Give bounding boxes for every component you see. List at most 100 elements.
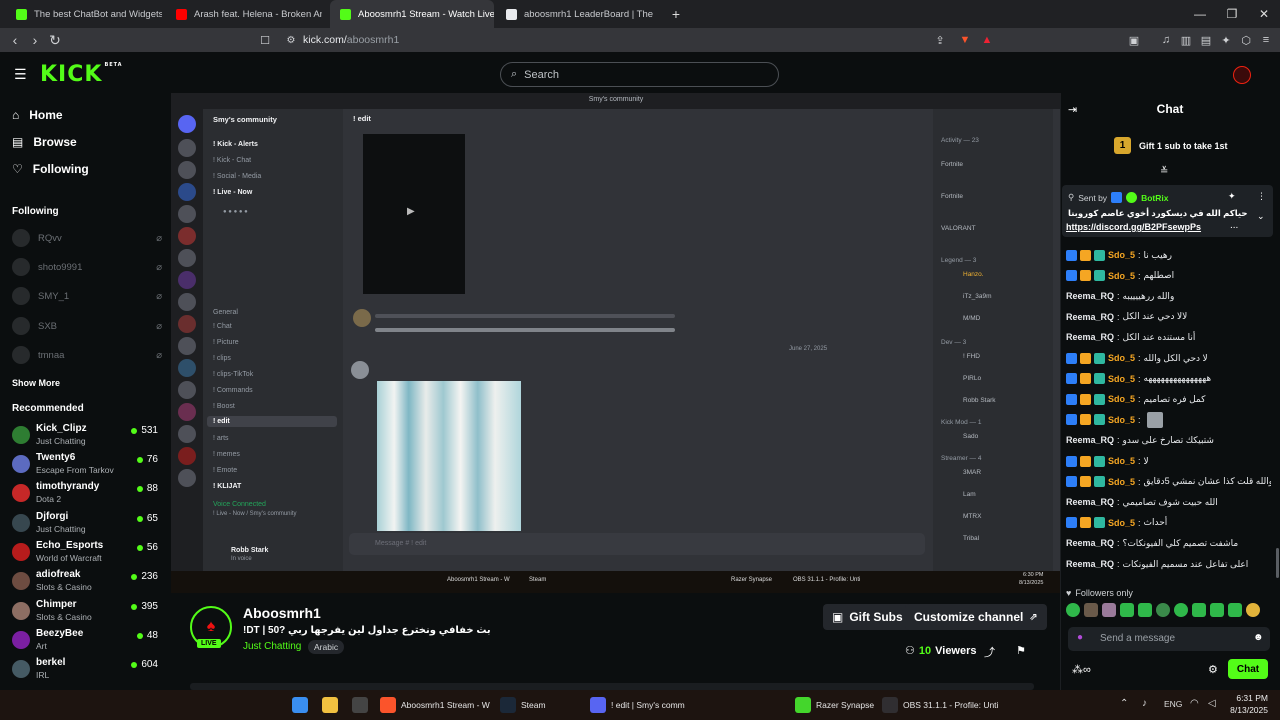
chat-username[interactable]: Sdo_5: [1108, 271, 1135, 281]
screenshot-icon[interactable]: ▣: [1124, 30, 1144, 50]
report-icon[interactable]: ⚑: [1016, 644, 1026, 657]
clock-time[interactable]: 6:31 PM: [1232, 693, 1268, 703]
crown-badge-icon[interactable]: [1080, 517, 1091, 529]
chat-message-input[interactable]: ● Send a message ☻: [1068, 627, 1270, 651]
send-chat-button[interactable]: Chat: [1228, 659, 1268, 679]
hamburger-menu-icon[interactable]: ☰: [14, 66, 27, 83]
following-item[interactable]: RQvv ⌀: [12, 228, 162, 248]
recommended-item[interactable]: berkel IRL 604: [12, 657, 162, 685]
crown-badge-icon[interactable]: [1080, 393, 1091, 405]
recommended-item[interactable]: Chimper Slots & Casino 395: [12, 599, 162, 627]
chat-username[interactable]: Reema_RQ: [1066, 435, 1114, 445]
brave-shield-icon[interactable]: ▼: [955, 30, 975, 50]
gift-leaderboard-banner[interactable]: 1 Gift 1 sub to take 1st: [1114, 137, 1228, 154]
sub-badge-icon[interactable]: [1094, 373, 1105, 385]
crown-badge-icon[interactable]: [1080, 373, 1091, 385]
sub-badge-icon[interactable]: [1094, 249, 1105, 261]
media-icon[interactable]: ♫: [1156, 30, 1176, 50]
volume-icon[interactable]: ◁: [1208, 698, 1216, 709]
chat-username[interactable]: Sdo_5: [1108, 415, 1135, 425]
emote-icon[interactable]: [1120, 603, 1134, 617]
emote-icon[interactable]: [1228, 603, 1242, 617]
taskbar-app-button[interactable]: OBS 31.1.1 - Profile: Unti: [882, 697, 998, 713]
chat-username[interactable]: Reema_RQ: [1066, 538, 1114, 548]
sub-badge-icon[interactable]: [1094, 476, 1105, 488]
moderator-badge-icon[interactable]: [1066, 517, 1077, 529]
chat-username[interactable]: Reema_RQ: [1066, 559, 1114, 569]
url-field[interactable]: kick.com/aboosmrh1: [303, 34, 399, 46]
emote-icon[interactable]: [1210, 603, 1224, 617]
recommended-item[interactable]: Echo_Esports World of Warcraft 56: [12, 540, 162, 568]
sub-badge-icon[interactable]: [1094, 455, 1105, 467]
language-tag[interactable]: Arabic: [308, 640, 345, 654]
sidebar-icon[interactable]: ▥: [1176, 30, 1196, 50]
share-icon[interactable]: ⤴: [984, 644, 995, 660]
kick-points-icon[interactable]: ⁂∞: [1072, 663, 1091, 676]
chat-username[interactable]: Sdo_5: [1108, 250, 1135, 260]
chat-username[interactable]: Sdo_5: [1108, 394, 1135, 404]
taskbar-app-button[interactable]: Aboosmrh1 Stream - W: [380, 697, 490, 713]
moderator-badge-icon[interactable]: [1066, 373, 1077, 385]
moderator-badge-icon[interactable]: [1066, 270, 1077, 282]
emoji-picker-icon[interactable]: ☻: [1253, 632, 1264, 643]
moderator-badge-icon[interactable]: [1066, 455, 1077, 467]
wifi-icon[interactable]: ◠: [1190, 698, 1199, 709]
browser-tab-active[interactable]: Aboosmrh1 Stream - Watch Live ✕: [330, 0, 494, 28]
sub-badge-icon[interactable]: [1094, 517, 1105, 529]
chat-username[interactable]: Sdo_5: [1108, 353, 1135, 363]
chat-username[interactable]: Sdo_5: [1108, 456, 1135, 466]
taskbar-app-button[interactable]: ! edit | Smy's comm: [590, 697, 685, 713]
share-icon[interactable]: ⇪: [930, 30, 950, 50]
following-item[interactable]: SXB ⌀: [12, 316, 162, 336]
reload-icon[interactable]: ↻: [44, 28, 66, 52]
crown-badge-icon[interactable]: [1080, 455, 1091, 467]
pinned-link[interactable]: https://discord.gg/B2PFsewpPs: [1066, 222, 1201, 232]
rewards-icon[interactable]: ▲: [977, 30, 997, 50]
recommended-item[interactable]: timothyrandy Dota 2 88: [12, 481, 162, 509]
expand-icon[interactable]: ⌄: [1257, 211, 1265, 222]
search-input[interactable]: ⌕ Search: [500, 62, 779, 87]
maximize-icon[interactable]: ❐: [1216, 0, 1248, 28]
chat-username[interactable]: Sdo_5: [1108, 518, 1135, 528]
nav-following[interactable]: ♡ Following: [12, 162, 89, 176]
taskbar-app-button[interactable]: Steam: [500, 697, 546, 713]
language-indicator[interactable]: ENG: [1164, 699, 1182, 709]
emote-icon[interactable]: [1192, 603, 1206, 617]
nav-home[interactable]: ⌂ Home: [12, 108, 63, 122]
sub-badge-icon[interactable]: [1094, 414, 1105, 426]
moderator-badge-icon[interactable]: [1066, 476, 1077, 488]
chat-settings-icon[interactable]: ⚙: [1208, 663, 1218, 676]
chat-username[interactable]: Reema_RQ: [1066, 497, 1114, 507]
pinned-message[interactable]: ⚲ Sent by BotRix حياكم الله في ديسكورد أ…: [1062, 185, 1273, 237]
recommended-item[interactable]: Kick_Clipz Just Chatting 531: [12, 423, 162, 451]
moderator-badge-icon[interactable]: [1066, 249, 1077, 261]
browser-tab[interactable]: The best ChatBot and Widgets for Kic: [6, 0, 162, 28]
nav-browse[interactable]: ▤ Browse: [12, 135, 77, 149]
clock-date[interactable]: 8/13/2025: [1226, 705, 1268, 715]
following-item[interactable]: shoto9991 ⌀: [12, 257, 162, 277]
vpn-icon[interactable]: ⬡: [1236, 30, 1256, 50]
chat-username[interactable]: Sdo_5: [1108, 374, 1135, 384]
show-more-link[interactable]: Show More: [12, 378, 60, 388]
menu-icon[interactable]: ≡: [1256, 30, 1276, 50]
emote-icon[interactable]: [1084, 603, 1098, 617]
emote-icon[interactable]: [1246, 603, 1260, 617]
taskbar-app-button[interactable]: Razer Synapse: [795, 697, 874, 713]
recommended-item[interactable]: BeezyBee Art 48: [12, 628, 162, 656]
sub-badge-icon[interactable]: [1094, 352, 1105, 364]
back-icon[interactable]: ‹: [4, 28, 26, 52]
emote-icon[interactable]: [1138, 603, 1152, 617]
moderator-badge-icon[interactable]: [1066, 393, 1077, 405]
emote-icon[interactable]: [1102, 603, 1116, 617]
following-item[interactable]: tmnaa ⌀: [12, 345, 162, 365]
tray-chevron-icon[interactable]: ⌃: [1120, 698, 1128, 709]
crown-badge-icon[interactable]: [1080, 414, 1091, 426]
crown-badge-icon[interactable]: [1080, 352, 1091, 364]
chat-username[interactable]: Reema_RQ: [1066, 312, 1114, 322]
start-button[interactable]: [292, 697, 308, 713]
recommended-item[interactable]: Twenty6 Escape From Tarkov 76: [12, 452, 162, 480]
moderator-badge-icon[interactable]: [1066, 414, 1077, 426]
file-explorer-button[interactable]: [322, 697, 338, 713]
site-info-icon[interactable]: ⚙: [280, 28, 302, 52]
chevron-down-icon[interactable]: ≚: [1160, 166, 1168, 177]
